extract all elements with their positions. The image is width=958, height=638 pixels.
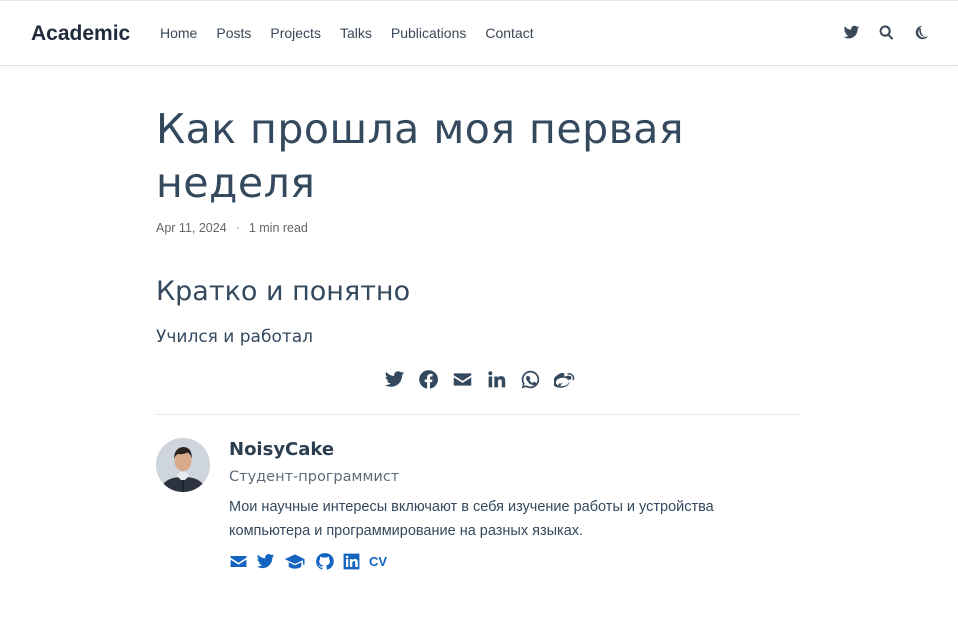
envelope-icon[interactable] (229, 551, 248, 571)
weibo-icon[interactable] (553, 368, 575, 390)
share-bar (383, 368, 587, 390)
author-name[interactable]: NoisyCake (229, 439, 334, 460)
cv-label: CV (369, 553, 388, 569)
github-icon[interactable] (315, 551, 334, 571)
linkedin-icon[interactable] (485, 368, 507, 390)
nav-link-talks[interactable]: Talks (340, 25, 372, 41)
nav-actions (825, 23, 930, 41)
whatsapp-icon[interactable] (519, 368, 541, 390)
envelope-icon[interactable] (451, 368, 473, 390)
meta-separator: · (235, 221, 240, 235)
article-title: Как прошла моя первая неделя (156, 105, 685, 207)
article-meta: Apr 11, 2024 · 1 min read (156, 221, 308, 235)
twitter-icon[interactable] (842, 23, 860, 41)
moon-icon[interactable] (912, 23, 930, 41)
section-heading: Кратко и понятно (156, 276, 411, 307)
nav-link-projects[interactable]: Projects (270, 25, 321, 41)
author-role: Студент-программист (229, 469, 400, 485)
cv-link[interactable]: CV (369, 551, 387, 571)
divider (156, 414, 800, 415)
avatar[interactable] (156, 438, 210, 492)
nav-link-publications[interactable]: Publications (391, 25, 467, 41)
nav-link-posts[interactable]: Posts (216, 25, 251, 41)
search-icon[interactable] (877, 23, 895, 41)
author-bio: Мои научные интересы включают в себя изу… (229, 499, 714, 539)
article-body: Учился и работал (156, 327, 314, 347)
reading-time: 1 min read (248, 221, 308, 235)
author-social-links: CV (229, 551, 395, 571)
facebook-icon[interactable] (417, 368, 439, 390)
article-date: Apr 11, 2024 (156, 221, 227, 235)
twitter-icon[interactable] (256, 551, 275, 571)
nav-link-home[interactable]: Home (160, 25, 197, 41)
brand-logo-link[interactable]: Academic (31, 22, 130, 46)
nav-links: Home Posts Projects Talks Publications C… (160, 25, 553, 41)
linkedin-icon[interactable] (342, 551, 361, 571)
twitter-icon[interactable] (383, 368, 405, 390)
nav-link-contact[interactable]: Contact (485, 25, 533, 41)
navbar: Academic Home Posts Projects Talks Publi… (0, 0, 958, 66)
graduation-cap-icon[interactable] (283, 551, 307, 571)
